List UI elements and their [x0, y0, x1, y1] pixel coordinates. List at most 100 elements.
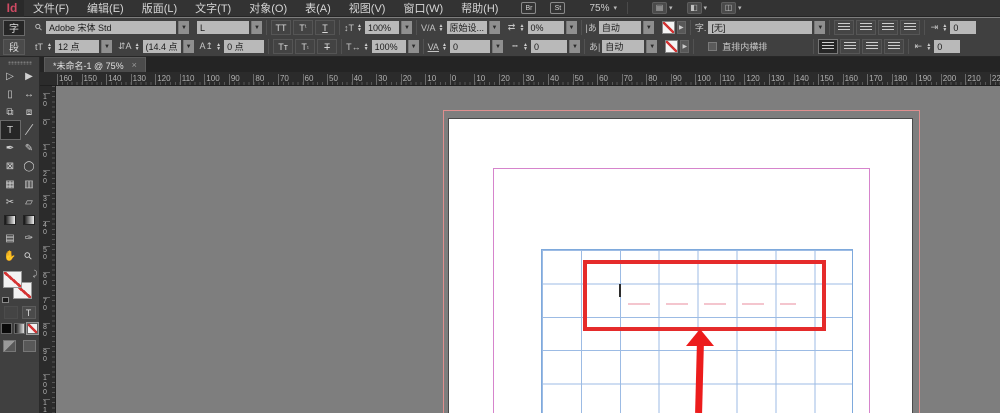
menu-window[interactable]: 窗口(W) — [394, 0, 452, 17]
bridge-button[interactable]: Br — [521, 2, 536, 14]
stepper[interactable]: ▲▼ — [215, 43, 222, 51]
stepper[interactable]: ▲▼ — [925, 43, 932, 51]
swap-fill-stroke-icon[interactable]: ⤸ — [33, 269, 38, 279]
align-right-button[interactable] — [878, 20, 898, 35]
space-after-control[interactable]: あ| 自动 ▼ — [589, 40, 657, 53]
scissors-tool[interactable]: ✂ — [1, 193, 20, 211]
default-fill-stroke-icon[interactable] — [2, 297, 9, 303]
space-before-value[interactable]: 自动 — [599, 21, 641, 34]
font-style-value[interactable]: L — [197, 21, 249, 34]
menu-type[interactable]: 文字(T) — [186, 0, 240, 17]
page-tool[interactable]: ▯ — [1, 85, 20, 103]
dropdown-arrow[interactable]: ▼ — [646, 40, 657, 53]
apply-color-button[interactable] — [1, 323, 12, 334]
flyout-arrow-icon[interactable]: ▶ — [680, 40, 689, 53]
apply-gradient-button[interactable] — [14, 323, 25, 334]
font-size-control[interactable]: tT ▲▼ 12 点 ▼ — [34, 40, 112, 53]
vertical-scale-control[interactable]: ↕T ▲▼ 100% ▼ — [344, 21, 412, 34]
tracking-control[interactable]: VA ▲▼ 0 ▼ — [428, 40, 503, 53]
justify-center-button[interactable] — [862, 39, 882, 54]
paragraph-formatting-button[interactable]: 段 — [3, 39, 25, 55]
zoom-tool[interactable]: ⚲ — [20, 247, 39, 265]
gap-tool[interactable]: ↔ — [20, 85, 39, 103]
character-style-control[interactable]: 字. [无] ▼ — [695, 21, 826, 34]
kerning-value[interactable]: 原始设... — [447, 21, 487, 34]
horizontal-scale-value[interactable]: 100% — [372, 40, 406, 53]
menu-help[interactable]: 帮助(H) — [452, 0, 507, 17]
align-justify-last-left-button[interactable] — [900, 20, 920, 35]
free-transform-tool[interactable]: ▱ — [20, 193, 39, 211]
dropdown-arrow[interactable]: ▼ — [814, 21, 825, 34]
dropdown-arrow[interactable]: ▼ — [566, 21, 577, 34]
space-after-value[interactable]: 自动 — [602, 40, 644, 53]
horizontal-grid-tool[interactable]: ▦ — [1, 175, 20, 193]
view-options-dropdown[interactable]: ▤ ▾ — [652, 2, 673, 14]
vertical-grid-tool[interactable]: ▥ — [20, 175, 39, 193]
stroke-color-control[interactable]: ▶ — [665, 40, 689, 53]
underline-button[interactable]: T — [315, 20, 335, 35]
tracking-value[interactable]: 0 — [450, 40, 490, 53]
vertical-scale-value[interactable]: 100% — [365, 21, 399, 34]
stepper[interactable]: ▲▼ — [356, 24, 363, 32]
dropdown-arrow[interactable]: ▼ — [569, 40, 580, 53]
character-style-value[interactable]: [无] — [708, 21, 812, 34]
character-formatting-button[interactable]: 字 — [3, 20, 25, 36]
menu-object[interactable]: 对象(O) — [240, 0, 296, 17]
content-collector-tool[interactable]: ⧉ — [1, 103, 20, 121]
dropdown-arrow[interactable]: ▼ — [408, 40, 419, 53]
font-size-value[interactable]: 12 点 — [55, 40, 99, 53]
line-tool[interactable]: ╱ — [20, 121, 39, 139]
stepper[interactable]: ▲▼ — [438, 24, 445, 32]
content-placer-tool[interactable]: ⧈ — [20, 103, 39, 121]
dropdown-arrow[interactable]: ▼ — [183, 40, 194, 53]
ellipse-tool[interactable]: ◯ — [20, 157, 39, 175]
menu-table[interactable]: 表(A) — [296, 0, 340, 17]
stepper[interactable]: ▲▼ — [441, 43, 448, 51]
preview-view-button[interactable] — [23, 340, 36, 352]
grid-char-count-control[interactable]: ┅ ▲▼ 0 ▼ — [510, 40, 580, 53]
proportional-spacing-value[interactable]: 0% — [528, 21, 564, 34]
font-style-dropdown-arrow[interactable]: ▼ — [251, 21, 262, 34]
menu-file[interactable]: 文件(F) — [24, 0, 78, 17]
direct-selection-tool[interactable]: ▶ — [20, 67, 39, 85]
first-line-indent-value[interactable]: 0 — [950, 21, 976, 34]
font-style-control[interactable]: L ▼ — [197, 21, 262, 34]
gradient-swatch-tool[interactable]: ▨ — [1, 211, 20, 229]
menu-view[interactable]: 视图(V) — [340, 0, 395, 17]
dropdown-arrow[interactable]: ▼ — [101, 40, 112, 53]
stepper[interactable]: ▲▼ — [522, 43, 529, 51]
leading-value[interactable]: (14.4 点 — [143, 40, 181, 53]
all-caps-button[interactable]: TT — [271, 20, 291, 35]
rectangle-frame-tool[interactable]: ⊠ — [1, 157, 20, 175]
justify-all-button[interactable] — [818, 39, 838, 54]
grid-char-count-value[interactable]: 0 — [531, 40, 567, 53]
font-family-control[interactable]: ⚲ Adobe 宋体 Std ▼ — [34, 21, 189, 34]
flyout-arrow-icon[interactable]: ▶ — [677, 21, 686, 34]
color-none-swatch[interactable] — [665, 40, 678, 53]
note-tool[interactable]: ▤ — [1, 229, 20, 247]
menu-layout[interactable]: 版面(L) — [133, 0, 186, 17]
color-none-swatch[interactable] — [662, 21, 675, 34]
pencil-tool[interactable]: ✎ — [20, 139, 39, 157]
hand-tool[interactable]: ✋ — [1, 247, 20, 265]
dropdown-arrow[interactable]: ▼ — [401, 21, 412, 34]
vertical-in-horizontal-control[interactable]: 直排内横排 — [708, 40, 767, 53]
zoom-level-dropdown[interactable]: 75% ▾ — [589, 3, 617, 14]
stepper[interactable]: ▲▼ — [363, 43, 370, 51]
stepper[interactable]: ▲▼ — [134, 43, 141, 51]
dropdown-arrow[interactable]: ▼ — [643, 21, 654, 34]
dropdown-arrow[interactable]: ▼ — [489, 21, 500, 34]
menu-edit[interactable]: 编辑(E) — [78, 0, 133, 17]
kerning-control[interactable]: V/A ▲▼ 原始设... ▼ — [421, 21, 500, 34]
baseline-shift-value[interactable]: 0 点 — [224, 40, 264, 53]
normal-view-button[interactable] — [3, 340, 16, 352]
justify-left-button[interactable] — [840, 39, 860, 54]
align-center-button[interactable] — [856, 20, 876, 35]
gradient-feather-tool[interactable]: ▩ — [20, 211, 39, 229]
small-caps-button[interactable]: Tт — [273, 39, 293, 54]
space-before-control[interactable]: |あ 自动 ▼ — [586, 21, 654, 34]
screen-mode-dropdown[interactable]: ◧ ▾ — [687, 2, 708, 14]
font-family-dropdown-arrow[interactable]: ▼ — [178, 21, 189, 34]
first-line-indent-control[interactable]: ⇥ ▲▼ 0 — [929, 21, 976, 34]
superscript-button[interactable]: T¹ — [293, 20, 313, 35]
